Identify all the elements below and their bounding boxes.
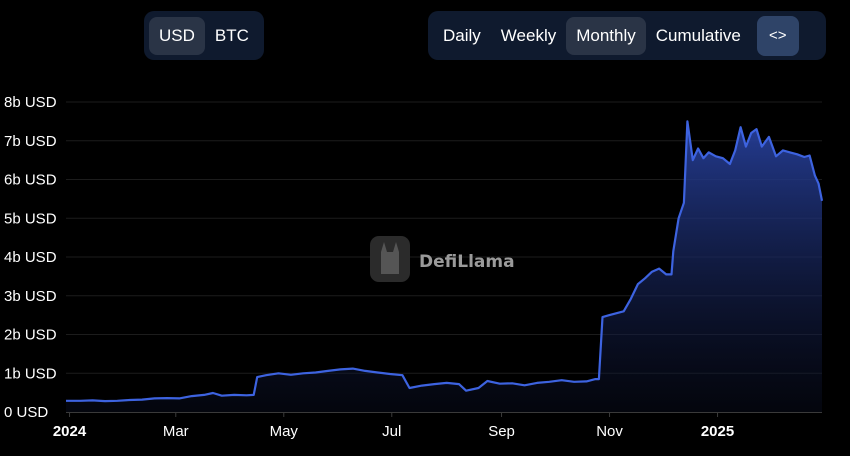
y-tick-label: 3b USD: [4, 288, 57, 305]
y-tick-label: 8b USD: [4, 94, 57, 111]
x-tick-label: 2025: [701, 423, 734, 440]
currency-toggle: USD BTC: [144, 11, 264, 60]
y-tick-label: 4b USD: [4, 249, 57, 266]
btc-button[interactable]: BTC: [205, 17, 259, 55]
y-tick-label: 0 USD: [4, 404, 48, 421]
x-tick-label: Mar: [163, 423, 189, 440]
x-tick-label: Jul: [382, 423, 401, 440]
daily-button[interactable]: Daily: [433, 17, 491, 55]
code-brackets-icon: <>: [769, 27, 787, 44]
watermark-text: DefiLlama: [419, 252, 515, 272]
y-tick-label: 5b USD: [4, 210, 57, 227]
y-tick-label: 2b USD: [4, 327, 57, 344]
y-tick-label: 7b USD: [4, 133, 57, 150]
x-axis: 2024 Mar May Jul Sep Nov 2025: [53, 412, 822, 440]
x-tick-label: Nov: [596, 423, 623, 440]
monthly-button[interactable]: Monthly: [566, 16, 646, 55]
y-tick-label: 6b USD: [4, 172, 57, 189]
tvl-chart: 0 USD 1b USD 2b USD 3b USD 4b USD 5b USD 6b US…: [4, 94, 824, 440]
cumulative-button[interactable]: Cumulative: [646, 17, 751, 55]
y-tick-label: 1b USD: [4, 365, 57, 382]
defillama-watermark: DefiLlama: [370, 236, 515, 282]
x-tick-label: May: [270, 423, 299, 440]
usd-button[interactable]: USD: [149, 16, 205, 55]
x-tick-label: Sep: [488, 423, 515, 440]
period-toggle: Daily Weekly Monthly Cumulative <>: [428, 11, 826, 60]
y-axis: 0 USD 1b USD 2b USD 3b USD 4b USD 5b USD 6b US…: [4, 94, 57, 421]
embed-code-button[interactable]: <>: [756, 15, 799, 56]
x-tick-label: 2024: [53, 423, 87, 440]
weekly-button[interactable]: Weekly: [491, 17, 566, 55]
